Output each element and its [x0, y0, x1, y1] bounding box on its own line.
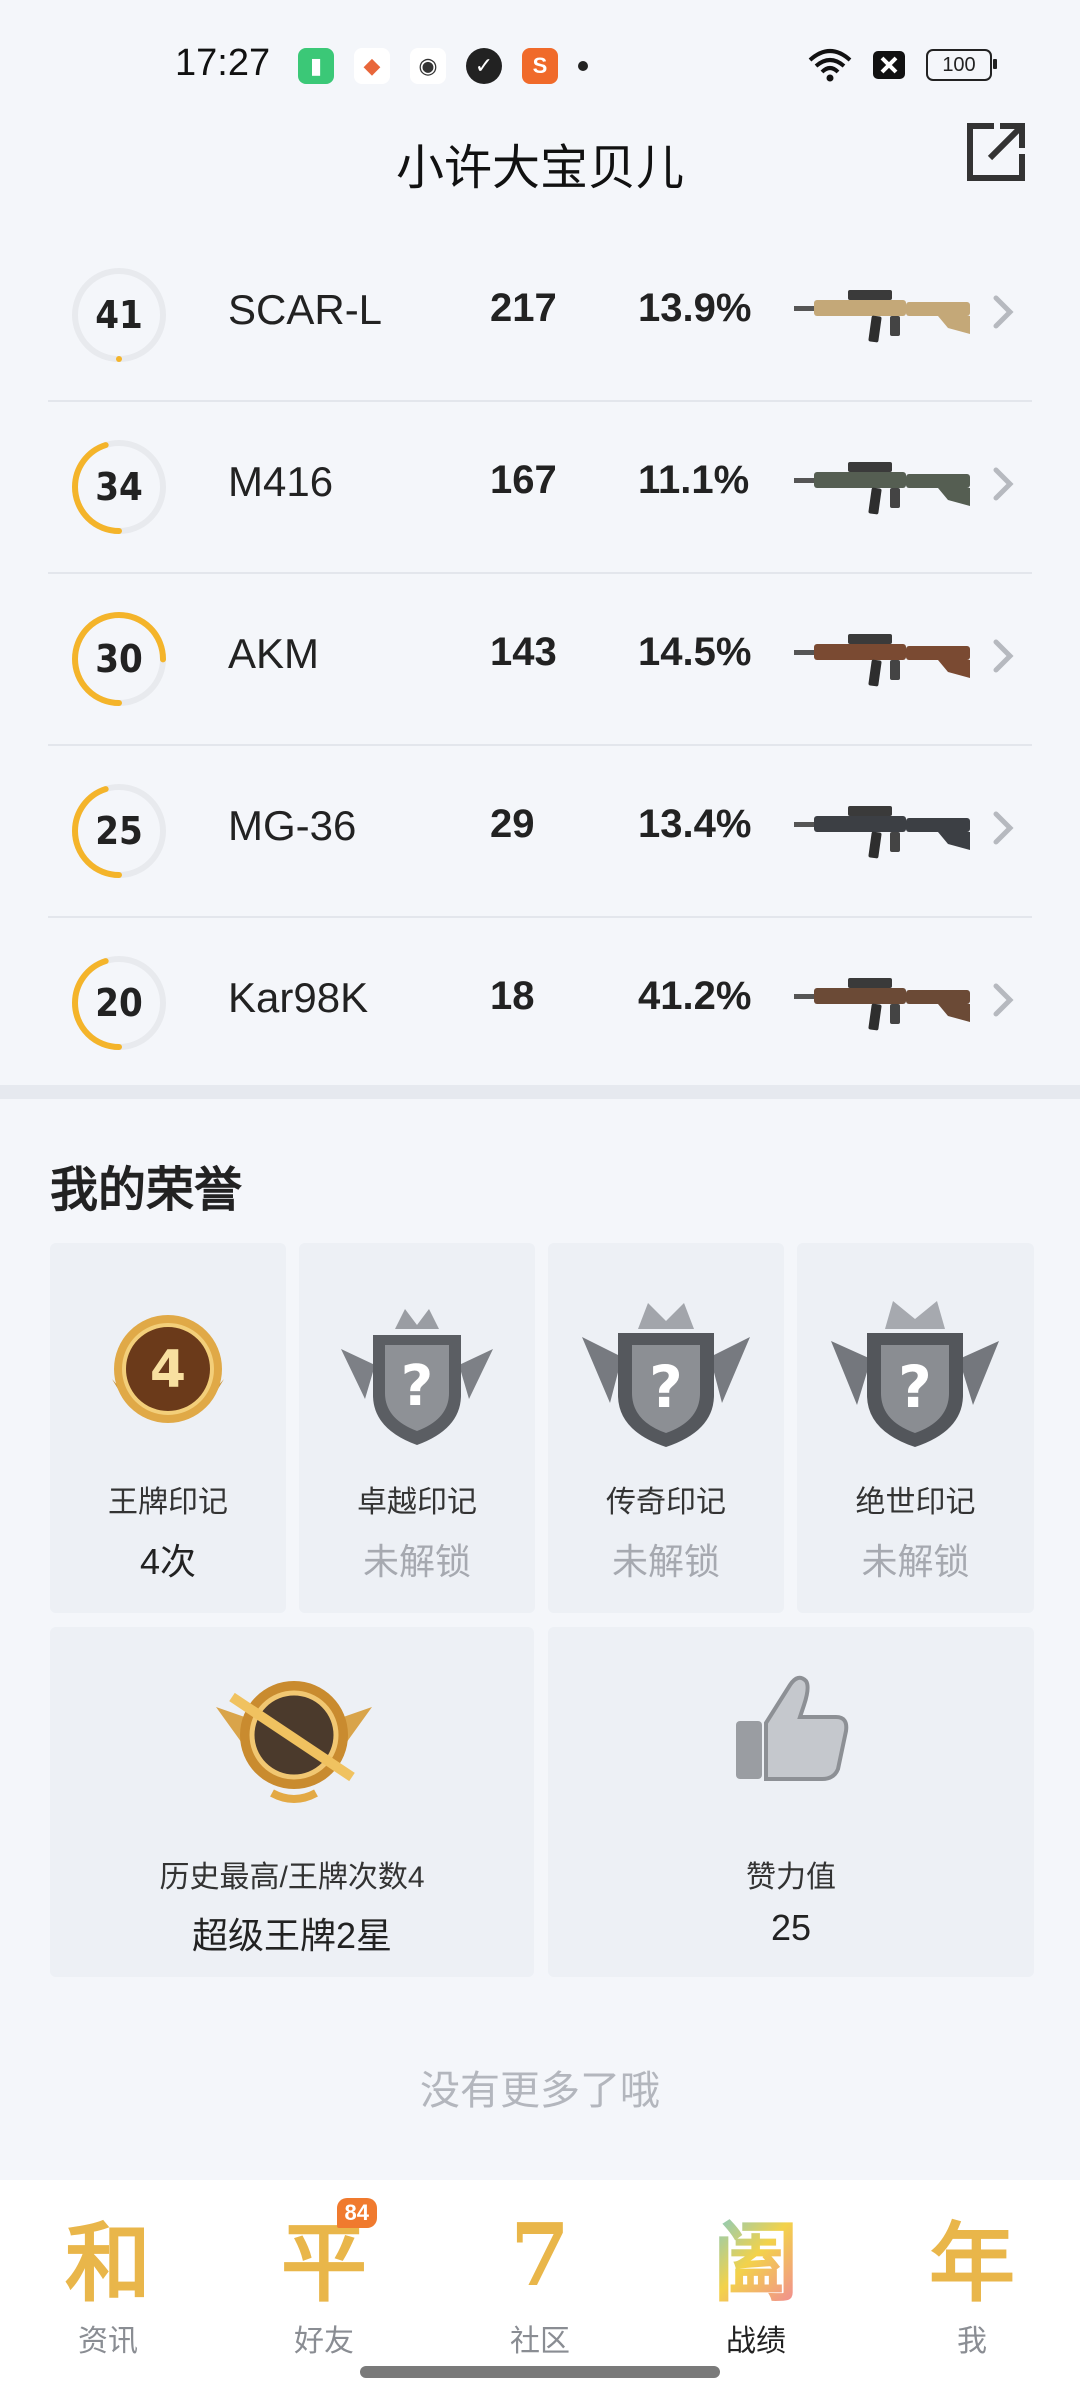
peerless-mark-card[interactable]: ? 绝世印记 未解锁 [797, 1243, 1034, 1613]
weapon-rate: 14.5% [638, 630, 752, 674]
svg-text:?: ? [649, 1353, 683, 1421]
page-title: 小许大宝贝儿 [395, 142, 684, 195]
weapon-row[interactable]: 25 MG-36 29 13.4% [48, 746, 1032, 918]
weapon-kills: 167 [490, 458, 557, 502]
friends-count-badge: 84 [336, 2198, 377, 2228]
nav-tab-news-label: 资讯 [78, 2325, 138, 2358]
weapon-rate: 13.4% [638, 802, 752, 846]
highest-tier-value: 超级王牌2星 [191, 1915, 393, 1956]
battery-icon: 100 [926, 49, 997, 81]
battery-saver-icon: ▮ [298, 48, 334, 84]
weapon-row[interactable]: 34 M416 167 11.1% [48, 402, 1032, 574]
peerless-mark-value: 未解锁 [861, 1541, 970, 1582]
weapon-kills: 143 [490, 630, 557, 674]
svg-text:?: ? [898, 1353, 932, 1421]
game-icon: ◆ [354, 48, 390, 84]
ace-mark-label: 王牌印记 [108, 1486, 228, 1519]
shield-icon: ✓ [466, 48, 502, 84]
status-system-icons: 100 [808, 48, 997, 82]
weapon-image [794, 290, 970, 343]
weapon-rate: 13.9% [638, 286, 752, 330]
share-icon[interactable] [964, 120, 1028, 184]
nav-tab-community-label: 社区 [510, 2325, 570, 2358]
highest-tier-card[interactable]: 历史最高/王牌次数4 超级王牌2星 [50, 1627, 534, 1977]
more-notifications-dot [578, 61, 588, 71]
excellence-mark-card[interactable]: ? 卓越印记 未解锁 [299, 1243, 535, 1613]
super-ace-tier-icon [216, 1681, 372, 1803]
nav-tab-community[interactable]: 7 社区 [465, 2200, 615, 2370]
weapon-name: AKM [228, 630, 320, 677]
ace-mark-card[interactable]: 4 王牌印记 4次 [50, 1243, 286, 1613]
stats-icon: 阖 [701, 2200, 811, 2314]
likes-label: 赞力值 [746, 1861, 836, 1894]
nav-tab-news[interactable]: 和 资讯 [33, 2200, 183, 2370]
chevron-right-icon [993, 467, 1014, 501]
android-icon: ◉ [410, 48, 446, 84]
weapon-rank: 41 [95, 293, 143, 337]
weapon-rate: 11.1% [638, 458, 750, 502]
legend-mark-locked-icon: ? [582, 1303, 750, 1447]
no-sim-icon [873, 51, 905, 79]
svg-text:?: ? [401, 1354, 433, 1419]
weapon-image [794, 634, 970, 687]
end-of-list-text: 没有更多了哦 [420, 2069, 660, 2113]
sogou-icon: S [522, 48, 558, 84]
excellence-mark-value: 未解锁 [362, 1541, 471, 1582]
nav-tab-stats[interactable]: 阖 战绩 [681, 2200, 831, 2370]
weapon-image [794, 806, 970, 859]
weapon-image [794, 978, 970, 1031]
legend-mark-card[interactable]: ? 传奇印记 未解锁 [548, 1243, 784, 1613]
peerless-mark-label: 绝世印记 [855, 1486, 976, 1519]
weapon-rank: 34 [95, 465, 143, 509]
excellence-mark-locked-icon: ? [341, 1309, 493, 1445]
chevron-right-icon [993, 983, 1014, 1017]
chevron-right-icon [993, 639, 1014, 673]
home-indicator[interactable] [360, 2366, 720, 2378]
weapon-name: Kar98K [228, 974, 369, 1021]
section-divider [0, 1085, 1080, 1099]
nav-tab-friends-label: 好友 [294, 2325, 354, 2358]
peerless-mark-locked-icon: ? [831, 1301, 999, 1447]
weapon-row[interactable]: 41 SCAR-L 217 13.9% [48, 230, 1032, 402]
weapon-kills: 29 [490, 802, 535, 846]
weapon-name: M416 [228, 458, 334, 505]
chevron-right-icon [993, 811, 1014, 845]
weapon-name: SCAR-L [228, 286, 383, 333]
ace-mark-badge-icon: 4 [112, 1315, 224, 1423]
me-icon: 年 [929, 2212, 1015, 2314]
highest-tier-label: 历史最高/王牌次数4 [159, 1861, 425, 1894]
nav-tab-stats-label: 战绩 [726, 2325, 786, 2358]
thumbs-up-icon [736, 1675, 849, 1781]
legend-mark-label: 传奇印记 [606, 1486, 726, 1519]
ace-mark-badge-number: 4 [150, 1340, 186, 1400]
wifi-icon [808, 49, 852, 82]
weapon-rate: 41.2% [638, 974, 752, 1018]
nav-tab-friends[interactable]: 平 好友 84 [249, 2198, 399, 2370]
weapon-kills: 217 [490, 286, 557, 330]
profile-header: 小许大宝贝儿 [0, 120, 1080, 200]
likes-card[interactable]: 赞力值 25 [548, 1627, 1034, 1977]
weapon-image [794, 462, 970, 515]
honor-section-title: 我的荣誉 [50, 1164, 243, 1217]
excellence-mark-label: 卓越印记 [357, 1486, 477, 1519]
weapon-rank: 20 [95, 981, 143, 1025]
weapon-kills: 18 [490, 974, 535, 1018]
legend-mark-value: 未解锁 [611, 1541, 720, 1582]
news-icon: 和 [65, 2212, 151, 2314]
weapon-rank: 30 [95, 637, 143, 681]
nav-tab-me[interactable]: 年 我 [897, 2200, 1047, 2370]
nav-tab-me-label: 我 [957, 2325, 987, 2358]
community-icon: 7 [510, 2204, 570, 2306]
likes-value: 25 [770, 1907, 812, 1948]
weapon-row[interactable]: 20 Kar98K 18 41.2% [48, 918, 1032, 1088]
ace-mark-value: 4次 [139, 1541, 197, 1582]
status-time: 17:27 [175, 42, 271, 84]
chevron-right-icon [993, 295, 1014, 329]
weapon-row[interactable]: 30 AKM 143 14.5% [48, 574, 1032, 746]
status-bar: 17:27 ▮ ◆ ◉ ✓ S 100 [0, 0, 1080, 130]
status-notification-icons: ▮ ◆ ◉ ✓ S [298, 48, 588, 84]
weapon-rank: 25 [95, 809, 143, 853]
weapon-name: MG-36 [228, 802, 357, 849]
weapon-stats-list: 41 SCAR-L 217 13.9% 34 M416 167 11.1% 30 AKM 143 14… [48, 230, 1032, 1088]
